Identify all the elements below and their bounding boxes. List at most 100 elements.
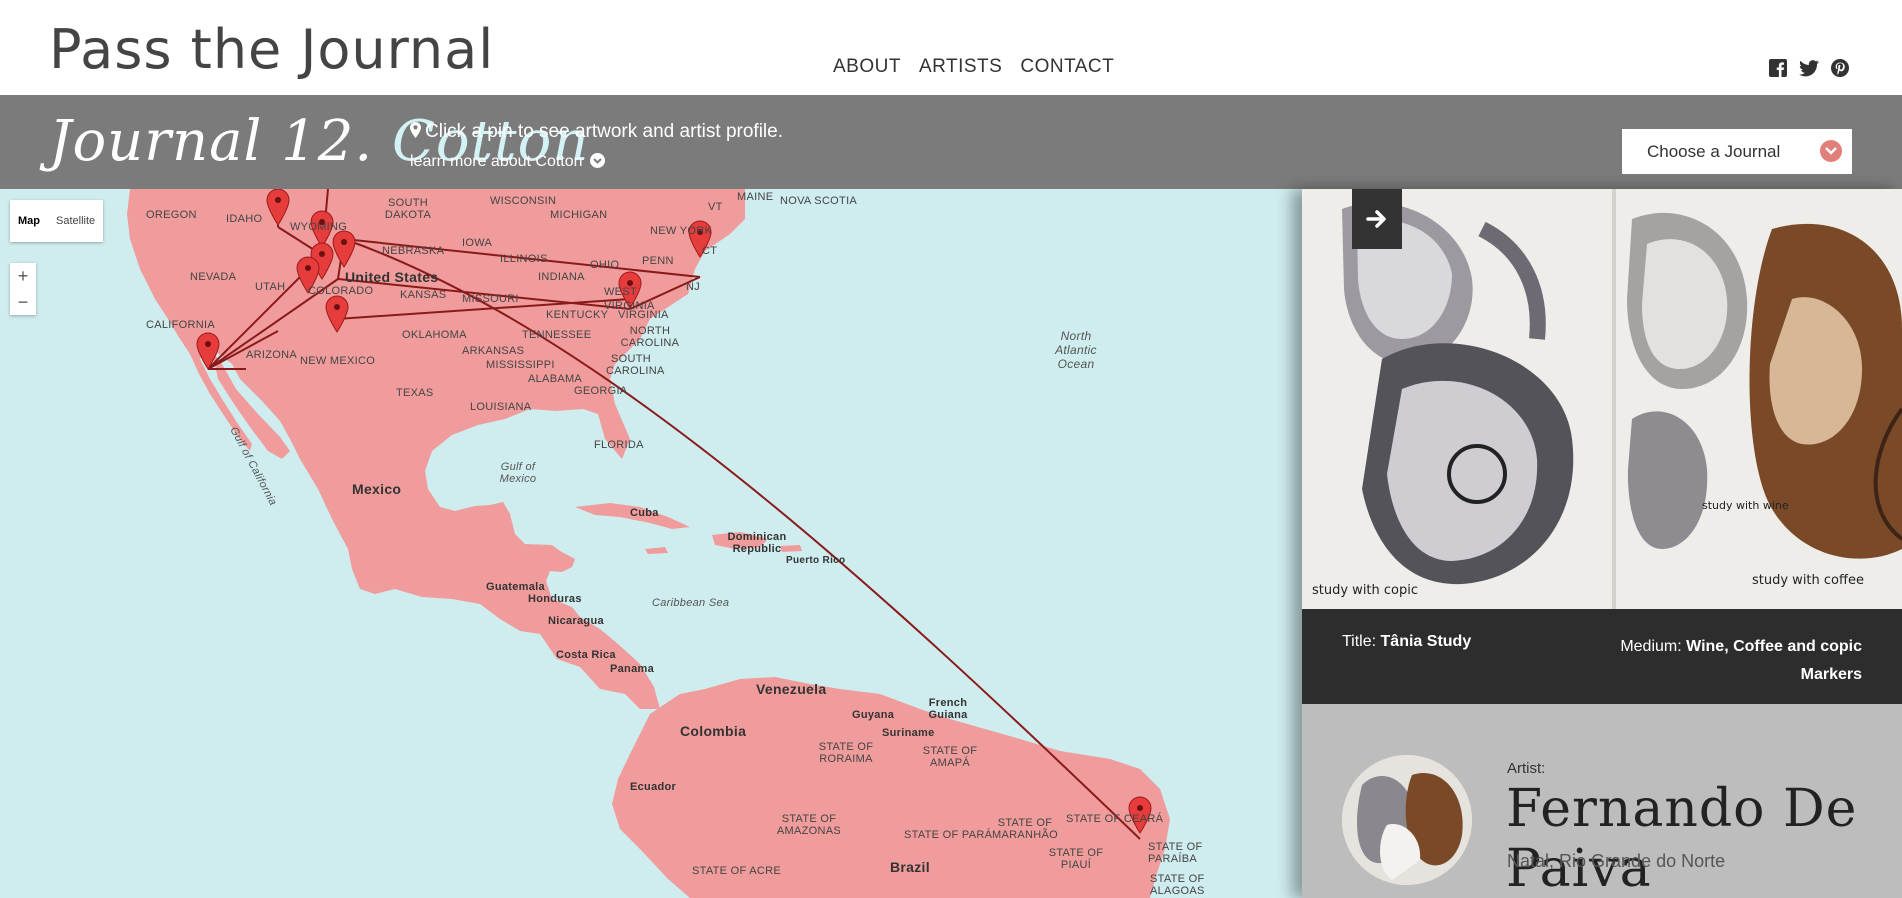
site-title[interactable]: Pass the Journal xyxy=(49,18,494,81)
map-label-kansas: KANSAS xyxy=(400,289,447,301)
map-pin-icon xyxy=(410,122,421,138)
map-label-nj: NJ xyxy=(686,281,701,293)
map-label-new-york: NEW YORK xyxy=(650,225,713,237)
map-label-mexico: Mexico xyxy=(352,481,402,497)
map-label-idaho: IDAHO xyxy=(226,213,263,225)
arrow-right-icon xyxy=(1366,210,1386,228)
chevron-down-circle-icon xyxy=(590,153,605,168)
facebook-icon[interactable] xyxy=(1768,58,1788,78)
map-label-new-mexico: NEW MEXICO xyxy=(300,355,376,367)
map-label-kentucky: KENTUCKY xyxy=(546,309,609,321)
map-label-state-of-amapa: STATE OF AMAPÁ xyxy=(922,745,978,769)
map-label-suriname: Suriname xyxy=(882,727,935,739)
chevron-down-icon xyxy=(1820,140,1842,162)
map-label-ecuador: Ecuador xyxy=(630,781,677,793)
map-label-ct: CT xyxy=(702,245,718,257)
nav-artists[interactable]: ARTISTS xyxy=(919,56,1002,78)
map-label-vt: VT xyxy=(708,201,723,213)
zoom-out-button[interactable]: − xyxy=(10,289,36,315)
artist-avatar[interactable] xyxy=(1342,755,1472,885)
nav-about[interactable]: ABOUT xyxy=(833,56,901,78)
learn-more-link[interactable]: learn more about Cotton xyxy=(410,153,605,171)
journal-bar: Journal 12. Cotton Click a pin to see ar… xyxy=(0,95,1902,189)
artwork-caption-right: study with coffee xyxy=(1752,573,1864,588)
map-label-south-carolina: SOUTH CAROLINA xyxy=(606,353,665,377)
map-label-panama: Panama xyxy=(610,663,654,675)
map-label-michigan: MICHIGAN xyxy=(550,209,608,221)
map-label-venezuela: Venezuela xyxy=(756,681,827,697)
map-label-texas: TEXAS xyxy=(396,387,434,399)
main-nav: ABOUT ARTISTS CONTACT xyxy=(833,56,1114,78)
map-hint-text: Click a pin to see artwork and artist pr… xyxy=(425,121,783,142)
map-label-caribbean-sea: Caribbean Sea xyxy=(652,597,730,609)
map-label-french-guiana: French Guiana xyxy=(928,697,968,721)
map-label-mississippi: MISSISSIPPI xyxy=(486,359,555,371)
map-label-state-of-acre: STATE OF ACRE xyxy=(692,865,782,877)
map-label-virginia: VIRGINIA xyxy=(618,309,669,321)
map-label-colombia: Colombia xyxy=(680,723,747,739)
map-label-wisconsin: WISCONSIN xyxy=(490,195,557,207)
artist-location: Natal, Rio Grande do Norte xyxy=(1507,851,1726,871)
artwork-caption-middle: study with wine xyxy=(1702,499,1789,512)
map-label-south-dakota: SOUTH DAKOTA xyxy=(384,197,432,221)
map-label-nova-scotia: NOVA SCOTIA xyxy=(780,195,858,207)
map-label-state-of-piaui: STATE OF PIAUÍ xyxy=(1048,847,1104,871)
map-label-ohio: OHIO xyxy=(590,259,620,271)
map-label-state-of-para: STATE OF PARÁ xyxy=(904,829,993,841)
map-label-colorado: COLORADO xyxy=(308,285,374,297)
map-label-north-atlantic: North Atlantic Ocean xyxy=(1055,329,1097,371)
artwork-title: Title: Tânia Study xyxy=(1342,633,1471,651)
pinterest-icon[interactable] xyxy=(1830,58,1850,78)
map-label-state-of-maranhao: STATE OF MARANHÃO xyxy=(992,817,1058,841)
map-type-satellite-button[interactable]: Satellite xyxy=(48,200,103,242)
zoom-control: + − xyxy=(10,263,36,315)
artwork-image[interactable]: study with copic study with coffee study… xyxy=(1302,189,1902,609)
twitter-icon[interactable] xyxy=(1799,58,1819,78)
next-artwork-button[interactable] xyxy=(1352,189,1402,249)
learn-more-text: learn more about Cotton xyxy=(410,153,583,170)
map-type-map-button[interactable]: Map xyxy=(10,200,48,242)
map-label-dominican-republic: Dominican Republic xyxy=(727,531,787,555)
map-label-nebraska: NEBRASKA xyxy=(382,245,445,257)
map-label-alabama: ALABAMA xyxy=(528,373,583,385)
land-jamaica xyxy=(645,547,668,554)
map-label-guatemala: Guatemala xyxy=(486,581,545,593)
map-label-iowa: IOWA xyxy=(462,237,493,249)
artwork-title-label: Title: xyxy=(1342,633,1377,650)
map-label-florida: FLORIDA xyxy=(594,439,644,451)
map-label-illinois: ILLINOIS xyxy=(500,253,548,265)
artwork-medium: Medium: Wine, Coffee and copic Markers xyxy=(1602,633,1862,689)
map-label-maine: MAINE xyxy=(737,191,774,203)
artwork-info-bar: Title: Tânia Study Medium: Wine, Coffee … xyxy=(1302,609,1902,704)
site-header: Pass the Journal ABOUT ARTISTS CONTACT xyxy=(0,0,1902,95)
artwork-medium-value: Wine, Coffee and copic Markers xyxy=(1686,638,1862,683)
map-label-state-of-amazonas: STATE OF AMAZONAS xyxy=(776,813,842,837)
map-label-puerto-rico: Puerto Rico xyxy=(786,555,846,566)
journal-number: Journal 12. xyxy=(49,109,374,174)
map-hint: Click a pin to see artwork and artist pr… xyxy=(410,121,783,143)
map-label-north-carolina: NORTH CAROLINA xyxy=(620,325,680,349)
map-label-missouri: MISSOURI xyxy=(462,293,519,305)
nav-contact[interactable]: CONTACT xyxy=(1020,56,1114,78)
zoom-in-button[interactable]: + xyxy=(10,263,36,289)
map-label-arizona: ARIZONA xyxy=(246,349,297,361)
artist-avatar-image xyxy=(1342,755,1472,885)
map-label-state-of-ceara: STATE OF CEARÁ xyxy=(1066,813,1164,825)
map-label-georgia: GEORGIA xyxy=(574,385,628,397)
map-type-control: Map Satellite xyxy=(10,200,104,242)
map-label-arkansas: ARKANSAS xyxy=(462,345,525,357)
map-label-cuba: Cuba xyxy=(630,507,659,519)
map-label-united-states: United States xyxy=(345,269,439,285)
land-north-america xyxy=(127,189,745,709)
map-label-utah: UTAH xyxy=(255,281,286,293)
social-links xyxy=(1768,58,1850,78)
map-label-indiana: INDIANA xyxy=(538,271,585,283)
journal-map[interactable]: OREGON IDAHO WYOMING SOUTH DAKOTA WISCON… xyxy=(0,189,1302,898)
map-label-state-of-paraiba: STATE OF PARAÍBA xyxy=(1148,841,1203,865)
artwork-panel: study with copic study with coffee study… xyxy=(1302,189,1902,898)
journal-chooser[interactable]: Choose a Journal xyxy=(1622,129,1852,174)
artist-name[interactable]: Fernando De Paiva xyxy=(1506,779,1902,898)
map-label-oklahoma: OKLAHOMA xyxy=(402,329,467,341)
map-label-nevada: NEVADA xyxy=(190,271,237,283)
artist-label: Artist: xyxy=(1507,760,1546,777)
